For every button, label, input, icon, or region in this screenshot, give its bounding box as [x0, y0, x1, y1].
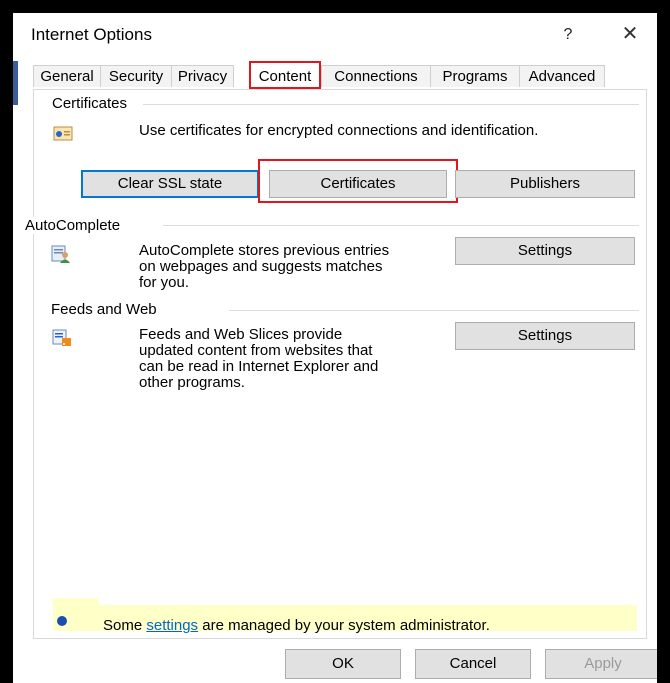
feeds-description: Feeds and Web Slices provide updated con…: [139, 326, 379, 391]
autocomplete-group-title: AutoComplete: [25, 217, 127, 234]
clear-ssl-state-button[interactable]: Clear SSL state: [81, 170, 259, 198]
settings-link[interactable]: settings: [146, 617, 198, 634]
certificates-group-title: Certificates: [52, 95, 134, 112]
admin-notice-text: Some settings are managed by your system…: [103, 617, 490, 634]
certificates-divider: [143, 104, 639, 105]
feeds-group-title: Feeds and Web: [51, 301, 163, 318]
certificates-button[interactable]: Certificates: [269, 170, 447, 198]
certificate-icon: [53, 126, 73, 141]
autocomplete-settings-button[interactable]: Settings: [455, 237, 635, 265]
help-button[interactable]: ?: [553, 23, 583, 47]
admin-notice-suffix: are managed by your system administrator…: [198, 617, 490, 634]
certificates-description: Use certificates for encrypted connectio…: [139, 122, 539, 139]
tab-privacy[interactable]: Privacy: [171, 65, 234, 87]
tab-general[interactable]: General: [33, 65, 101, 87]
admin-notice-prefix: Some: [103, 617, 147, 634]
autocomplete-icon: [51, 245, 70, 263]
autocomplete-description: AutoComplete stores previous entries on …: [139, 242, 390, 291]
tab-advanced[interactable]: Advanced: [519, 65, 605, 87]
feeds-settings-button[interactable]: Settings: [455, 322, 635, 350]
feeds-divider: [229, 310, 639, 311]
internet-options-dialog: Internet Options ? ✕ General Security Pr…: [13, 13, 657, 683]
ok-button[interactable]: OK: [285, 649, 401, 679]
apply-button[interactable]: Apply: [545, 649, 657, 679]
info-icon: [57, 616, 67, 626]
window-title: Internet Options: [31, 25, 152, 44]
cancel-button[interactable]: Cancel: [415, 649, 531, 679]
tab-programs[interactable]: Programs: [430, 65, 520, 87]
publishers-button[interactable]: Publishers: [455, 170, 635, 198]
tab-content[interactable]: Content: [249, 61, 321, 89]
close-button[interactable]: ✕: [613, 21, 647, 47]
feeds-icon: [52, 329, 71, 346]
tab-connections[interactable]: Connections: [321, 65, 431, 87]
title-bar: Internet Options ? ✕: [13, 13, 657, 57]
autocomplete-divider: [163, 225, 639, 226]
tab-security[interactable]: Security: [100, 65, 172, 87]
window-edge-accent: [13, 61, 18, 105]
close-icon: ✕: [621, 23, 639, 45]
